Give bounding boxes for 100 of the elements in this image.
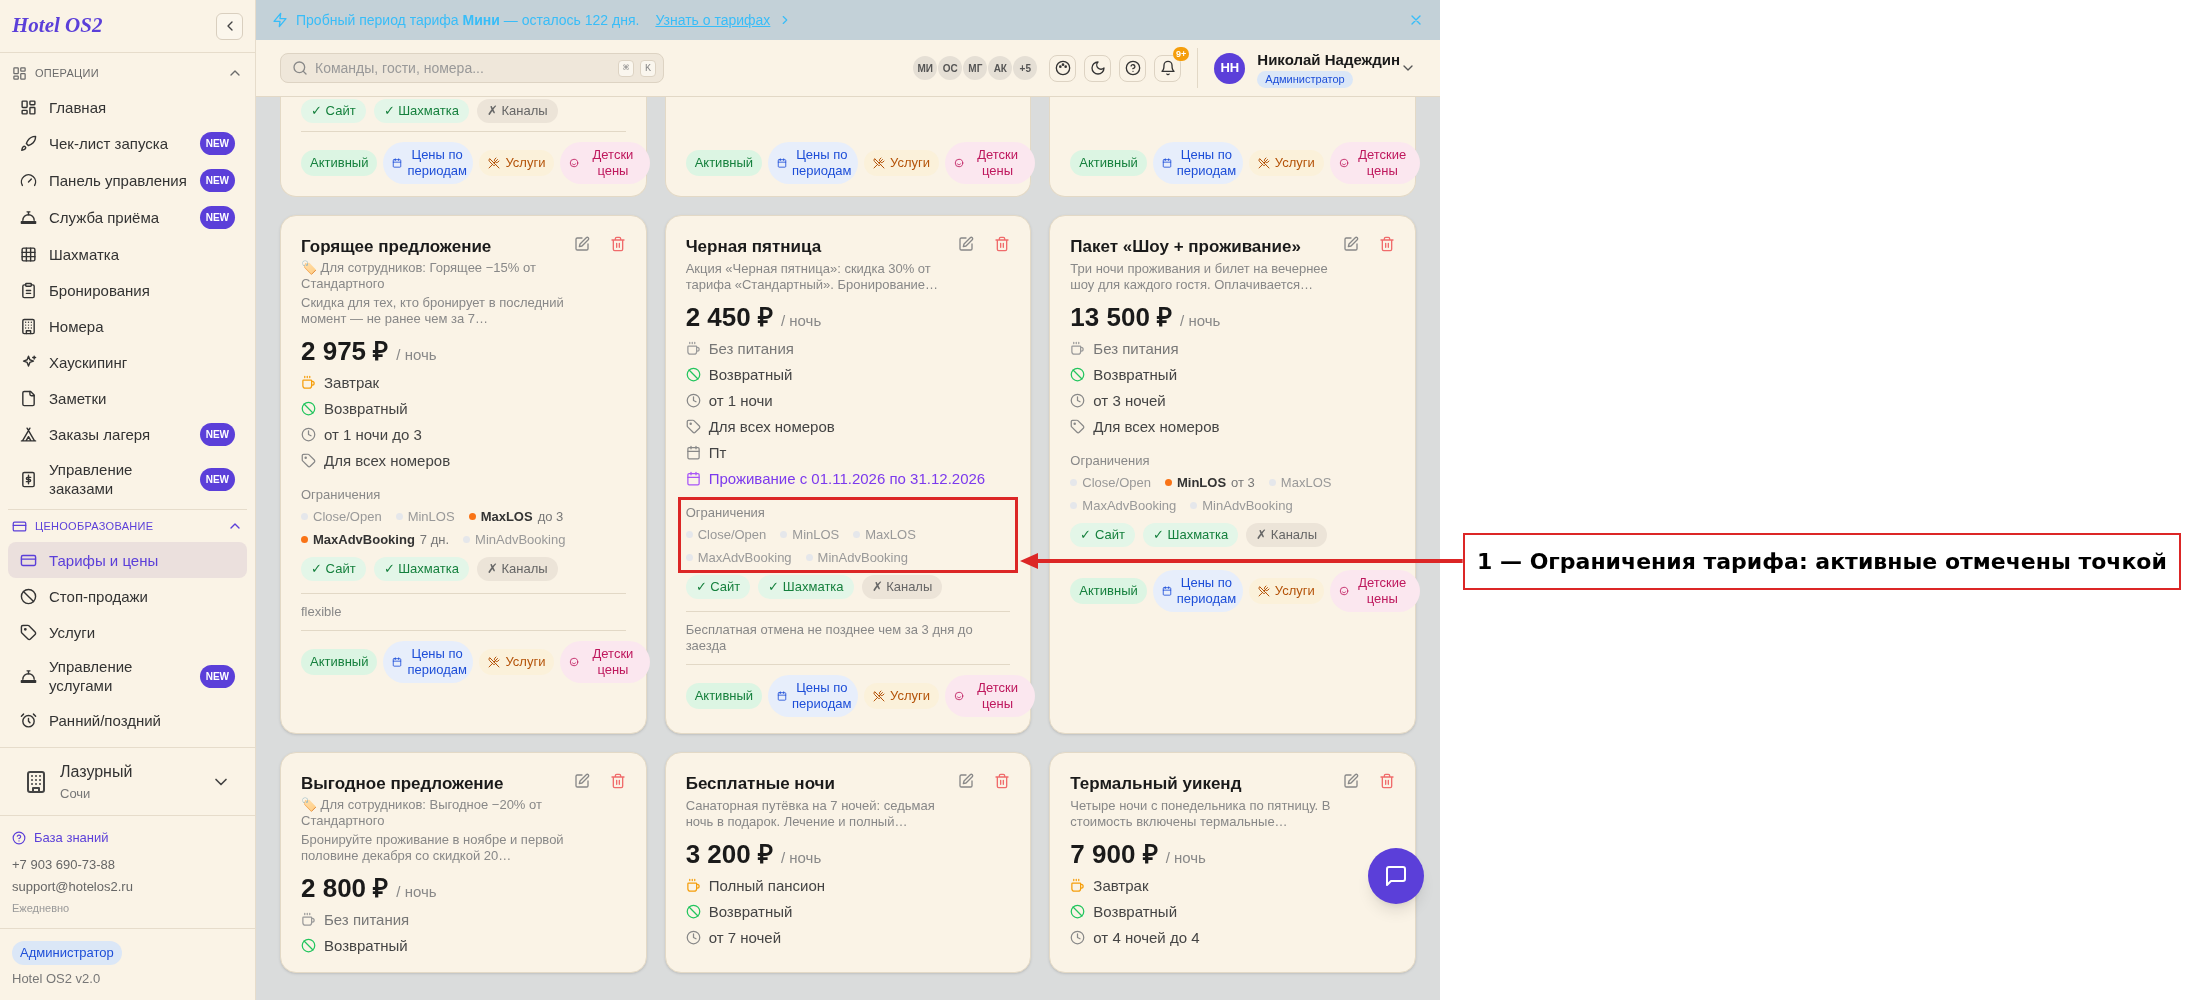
channel-tag: ✗ Каналы bbox=[476, 99, 558, 123]
kids-prices-button[interactable]: Детски цены bbox=[560, 640, 651, 683]
trash-icon bbox=[1379, 772, 1395, 789]
gauge-icon bbox=[20, 172, 37, 189]
section-header[interactable]: ОПЕРАЦИИ bbox=[0, 57, 255, 89]
price: 2 450 ₽ bbox=[685, 300, 773, 333]
more-users-count[interactable]: +5 bbox=[1013, 56, 1038, 80]
kids-prices-button[interactable]: Детски цены bbox=[945, 674, 1036, 717]
channel-tag: ✗ Каналы bbox=[861, 575, 943, 599]
rate-feature: от 3 ночей bbox=[1093, 390, 1166, 411]
delete-button[interactable] bbox=[1379, 235, 1395, 252]
restrictions-label: Ограничения bbox=[1070, 451, 1151, 470]
edit-button[interactable] bbox=[958, 772, 975, 789]
knowledge-base-link[interactable]: База знаний bbox=[12, 828, 243, 848]
sidebar-item[interactable]: Номера bbox=[8, 308, 247, 344]
periods-button[interactable]: Цены по периодам bbox=[1152, 141, 1243, 184]
moon-icon bbox=[1089, 60, 1106, 76]
ban-icon bbox=[301, 938, 316, 953]
restriction-label: MinAdvBooking bbox=[475, 530, 566, 549]
edit-button[interactable] bbox=[573, 772, 590, 789]
edit-button[interactable] bbox=[573, 235, 590, 252]
calendar-icon bbox=[392, 157, 403, 168]
rate-feature: Пт bbox=[708, 442, 727, 463]
clock-icon bbox=[1070, 930, 1086, 945]
user-avatar[interactable]: МИ bbox=[913, 56, 938, 80]
services-button[interactable]: Услуги bbox=[1248, 149, 1324, 176]
sidebar-item[interactable]: Панель управления NEW bbox=[8, 162, 247, 199]
services-button[interactable]: Услуги bbox=[864, 149, 940, 176]
annotation-label: 1 — Ограничения тарифа: активные отмечены точкой bbox=[1463, 532, 2181, 590]
user-avatar[interactable]: АК bbox=[988, 56, 1013, 80]
restrictions-label: Ограничения bbox=[301, 485, 382, 504]
delete-button[interactable] bbox=[1379, 772, 1395, 789]
sidebar-item[interactable]: Ранний/поздний bbox=[8, 702, 247, 738]
sidebar-item[interactable]: Служба приёма NEW bbox=[8, 199, 247, 236]
delete-button[interactable] bbox=[994, 235, 1011, 252]
price-unit: / ночь bbox=[780, 310, 822, 331]
restriction-label: Close/Open bbox=[697, 526, 767, 544]
periods-button[interactable]: Цены по периодам bbox=[768, 674, 859, 717]
services-button[interactable]: Услуги bbox=[479, 648, 555, 675]
sidebar-item[interactable]: Стоп-продажи bbox=[8, 578, 247, 614]
sidebar-item[interactable]: Заказы лагеря NEW bbox=[8, 416, 247, 453]
sidebar-item[interactable]: Услуги bbox=[8, 614, 247, 650]
sidebar-item[interactable]: Заметки bbox=[8, 380, 247, 416]
periods-button[interactable]: Цены по периодам bbox=[383, 141, 474, 184]
face-icon bbox=[954, 690, 965, 701]
restriction-value: 7 дн. bbox=[419, 530, 450, 549]
kids-prices-button[interactable]: Детские цены bbox=[1329, 141, 1420, 184]
channel-tag: ✓ Шахматка bbox=[373, 99, 469, 123]
delete-button[interactable] bbox=[994, 772, 1011, 789]
sidebar-item[interactable]: Управление услугами NEW bbox=[8, 650, 247, 702]
restrictions-label: Ограничения bbox=[685, 503, 766, 522]
edit-button[interactable] bbox=[958, 235, 975, 252]
edit-button[interactable] bbox=[1343, 235, 1359, 252]
help-button[interactable] bbox=[1119, 54, 1147, 82]
face-icon bbox=[569, 656, 580, 667]
theme-button[interactable] bbox=[1049, 54, 1077, 82]
sidebar-item[interactable]: Чек-лист запуска NEW bbox=[8, 125, 247, 162]
sidebar-item[interactable]: Бронирования bbox=[8, 272, 247, 308]
rate-feature: от 1 ночи bbox=[708, 390, 773, 411]
edit-button[interactable] bbox=[1343, 772, 1359, 789]
cancellation-note: flexible bbox=[301, 602, 343, 621]
clock-icon bbox=[685, 393, 701, 408]
collapse-sidebar-button[interactable] bbox=[216, 12, 243, 40]
dark-mode-button[interactable] bbox=[1084, 54, 1112, 82]
kids-prices-button[interactable]: Детски цены bbox=[560, 141, 651, 184]
periods-button[interactable]: Цены по периодам bbox=[1152, 569, 1243, 612]
rate-feature: Возвратный bbox=[324, 398, 408, 419]
rate-feature: Для всех номеров bbox=[708, 416, 835, 437]
section-header[interactable]: ЦЕНООБРАЗОВАНИЕ bbox=[0, 510, 255, 542]
price: 13 500 ₽ bbox=[1070, 300, 1173, 333]
sidebar-item[interactable]: Управление заказами NEW bbox=[8, 453, 247, 505]
services-button[interactable]: Услуги bbox=[864, 682, 940, 709]
kids-prices-button[interactable]: Детски цены bbox=[945, 141, 1036, 184]
calendar-icon bbox=[1161, 157, 1172, 168]
delete-button[interactable] bbox=[609, 235, 626, 252]
delete-button[interactable] bbox=[609, 772, 626, 789]
utensils-icon bbox=[1257, 584, 1270, 597]
rate-feature: Завтрак bbox=[324, 372, 380, 393]
hotel-selector[interactable]: Лазурный Сочи bbox=[0, 747, 255, 815]
utensils-icon bbox=[873, 156, 886, 169]
sidebar-item[interactable]: Тарифы и цены bbox=[8, 542, 247, 578]
sidebar-item[interactable]: Главная bbox=[8, 89, 247, 125]
kids-prices-button[interactable]: Детские цены bbox=[1329, 569, 1420, 612]
periods-button[interactable]: Цены по периодам bbox=[768, 141, 859, 184]
user-avatar[interactable]: НН bbox=[1214, 52, 1246, 84]
periods-button[interactable]: Цены по периодам bbox=[383, 640, 474, 683]
service-bell-icon bbox=[20, 209, 37, 226]
user-avatar[interactable]: ОС bbox=[938, 56, 963, 80]
services-button[interactable]: Услуги bbox=[479, 149, 555, 176]
user-avatar[interactable]: МГ bbox=[963, 56, 988, 80]
sidebar-item[interactable]: Хаускипинг bbox=[8, 344, 247, 380]
rate-title: Термальный уикенд bbox=[1070, 772, 1243, 795]
status-badge: Активный bbox=[1070, 149, 1147, 176]
search-icon bbox=[292, 60, 308, 76]
sidebar-item[interactable]: Шахматка bbox=[8, 236, 247, 272]
services-button[interactable]: Услуги bbox=[1248, 577, 1324, 604]
tag-icon bbox=[20, 623, 37, 641]
trash-icon bbox=[994, 235, 1011, 252]
logo[interactable]: Hotel OS2 bbox=[12, 10, 103, 42]
edit-icon bbox=[573, 772, 590, 789]
